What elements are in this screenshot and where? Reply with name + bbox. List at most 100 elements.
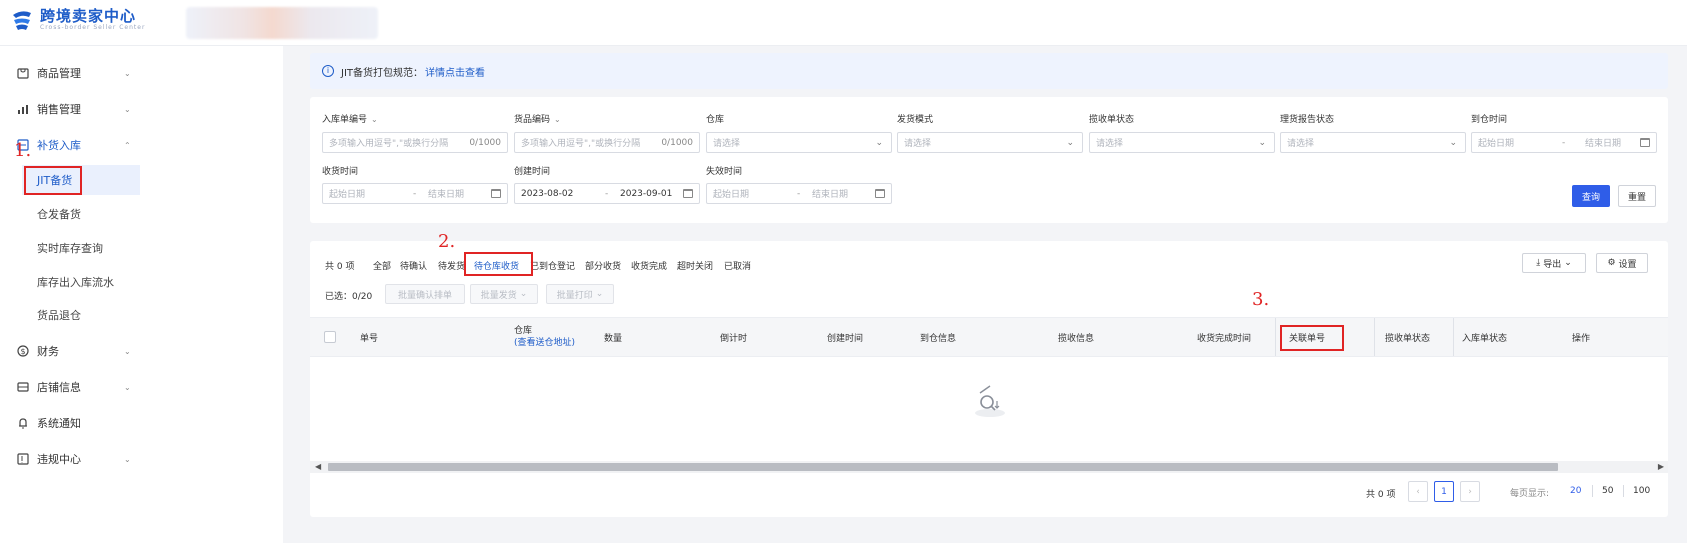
list-panel: 共 0 项 全部 待确认 待发货 待仓库收货 已到仓登记 部分收货 收货完成 超… <box>310 231 1668 517</box>
receipt-status-label: 揽收单状态 <box>1089 115 1135 125</box>
chevron-down-icon: ⌄ <box>124 104 131 114</box>
column-divider <box>1275 318 1276 356</box>
arrival-time-label: 到仓时间 <box>1471 115 1508 125</box>
sidebar-item-sales[interactable]: 销售管理 ⌄ <box>0 94 283 124</box>
annotation-number-3: 3. <box>1252 289 1270 310</box>
ship-mode-select[interactable]: 请选择 ⌄ <box>897 132 1083 153</box>
warehouse-select[interactable]: 请选择 ⌄ <box>706 132 892 153</box>
sidebar-subitem-inventory-query[interactable]: 实时库存查询 <box>22 233 140 263</box>
ship-mode-label: 发货模式 <box>897 115 934 125</box>
chart-icon <box>17 103 29 115</box>
chevron-down-icon: ⌄ <box>124 68 131 78</box>
annotation-number-1: 1. <box>14 140 32 161</box>
scroll-thumb[interactable] <box>328 463 1558 471</box>
sidebar-item-store-info[interactable]: 店铺信息 ⌄ <box>0 372 283 402</box>
horizontal-scrollbar[interactable]: ◀ ▶ <box>310 461 1668 473</box>
calendar-icon <box>875 189 885 198</box>
tab-timeout-closed[interactable]: 超时关闭 <box>677 259 713 272</box>
annotation-number-2: 2. <box>438 231 456 252</box>
received-time-range[interactable]: 起始日期 - 结束日期 <box>322 183 508 204</box>
sidebar-subitem-inventory-flow[interactable]: 库存出入库流水 <box>22 267 140 297</box>
divider <box>1623 485 1624 497</box>
page-size-option-100[interactable]: 100 <box>1633 486 1650 496</box>
column-divider <box>1374 318 1375 356</box>
arrival-time-range[interactable]: 起始日期 - 结束日期 <box>1471 132 1657 153</box>
app-logo[interactable]: 跨境卖家中心 Cross-border Seller Center <box>10 8 145 32</box>
sidebar-item-violations[interactable]: 违规中心 ⌄ <box>0 444 283 474</box>
tab-cancelled[interactable]: 已取消 <box>724 259 751 272</box>
warning-icon <box>17 453 29 465</box>
tab-pending-confirm[interactable]: 待确认 <box>400 259 427 272</box>
tab-received-done[interactable]: 收货完成 <box>631 259 667 272</box>
tab-all[interactable]: 全部 <box>373 259 391 272</box>
settings-button[interactable]: ⚙ 设置 <box>1596 253 1648 273</box>
report-status-select[interactable]: 请选择 ⌄ <box>1280 132 1466 153</box>
query-button[interactable]: 查询 <box>1572 185 1610 207</box>
tab-pending-ship[interactable]: 待发货 <box>438 259 465 272</box>
total-count: 共 0 项 <box>325 262 355 272</box>
calendar-icon <box>1640 138 1650 147</box>
tab-arrived-registered[interactable]: 已到仓登记 <box>530 259 575 272</box>
column-header: 到仓信息 <box>920 333 957 344</box>
sidebar-item-finance[interactable]: $ 财务 ⌄ <box>0 336 283 366</box>
scroll-right-icon[interactable]: ▶ <box>1658 461 1664 473</box>
column-header: 创建时间 <box>827 333 864 344</box>
chevron-down-icon: ⌄ <box>1564 258 1572 268</box>
sidebar-subitem-goods-return[interactable]: 货品退仓 <box>22 300 140 330</box>
sidebar-item-products[interactable]: 商品管理 ⌄ <box>0 58 283 88</box>
per-page-label: 每页显示: <box>1510 489 1550 499</box>
reset-button[interactable]: 重置 <box>1618 185 1656 207</box>
sidebar-item-label: 财务 <box>37 345 59 358</box>
page-number-button[interactable]: 1 <box>1434 481 1454 502</box>
receipt-status-select[interactable]: 请选择 ⌄ <box>1089 132 1275 153</box>
report-status-label: 理货报告状态 <box>1280 115 1335 125</box>
column-header: 入库单状态 <box>1462 333 1508 344</box>
inbound-no-input[interactable]: 多项输入用逗号","或换行分隔 0/1000 <box>322 132 508 153</box>
page-size-option-20[interactable]: 20 <box>1570 486 1581 496</box>
tab-partial-received[interactable]: 部分收货 <box>585 259 621 272</box>
goods-code-label[interactable]: 货品编码 ⌄ <box>514 112 561 125</box>
export-button[interactable]: ⤓ 导出 ⌄ <box>1522 253 1586 273</box>
dollar-icon: $ <box>17 345 29 357</box>
pagination-total: 共 0 项 <box>1366 489 1396 500</box>
page-size-option-50[interactable]: 50 <box>1602 486 1613 496</box>
app-title: 跨境卖家中心 <box>40 7 137 25</box>
sidebar-subitem-label: 货品退仓 <box>37 309 81 322</box>
sidebar-item-replenish[interactable]: 补货入库 ⌃ <box>0 130 283 160</box>
sidebar-item-notifications[interactable]: 系统通知 <box>0 408 283 438</box>
column-header: 揽收信息 <box>1058 333 1095 344</box>
batch-print-button[interactable]: 批量打印 ⌄ <box>546 284 614 304</box>
column-header: 数量 <box>604 333 623 344</box>
created-time-range[interactable]: 2023-08-02 - 2023-09-01 <box>514 183 700 204</box>
next-page-button[interactable]: › <box>1460 481 1480 502</box>
top-bar: 跨境卖家中心 Cross-border Seller Center <box>0 0 1687 46</box>
prev-page-button[interactable]: ‹ <box>1408 481 1428 502</box>
column-header: 操作 <box>1572 333 1591 344</box>
info-icon: i <box>322 65 334 77</box>
sidebar-subitem-warehouse-stock[interactable]: 仓发备货 <box>22 199 140 229</box>
annotation-box-jit <box>24 166 82 195</box>
batch-confirm-button[interactable]: 批量确认排单 <box>385 284 465 304</box>
chevron-down-icon: ⌄ <box>519 289 528 299</box>
warehouse-label: 仓库 <box>706 115 725 125</box>
warehouse-address-link[interactable]: (查看送仓地址) <box>514 337 575 349</box>
empty-state-icon <box>975 385 1005 417</box>
scroll-left-icon[interactable]: ◀ <box>315 461 321 473</box>
received-time-label: 收货时间 <box>322 167 359 177</box>
chevron-down-icon: ⌄ <box>875 137 883 148</box>
store-icon <box>17 381 29 393</box>
inbound-no-label[interactable]: 入库单编号 ⌄ <box>322 112 378 125</box>
batch-ship-button[interactable]: 批量发货 ⌄ <box>470 284 538 304</box>
expire-time-range[interactable]: 起始日期 - 结束日期 <box>706 183 892 204</box>
sidebar-item-label: 系统通知 <box>37 417 81 430</box>
goods-code-input[interactable]: 多项输入用逗号","或换行分隔 0/1000 <box>514 132 700 153</box>
notice-link[interactable]: 详情点击查看 <box>425 68 485 79</box>
select-all-checkbox[interactable] <box>324 331 336 343</box>
filter-panel: 入库单编号 ⌄ 货品编码 ⌄ 仓库 发货模式 揽收单状态 理货报告状态 到仓时间 多… <box>310 97 1668 223</box>
notice-text: JIT备货打包规范： 详情点击查看 <box>341 67 486 79</box>
column-divider <box>1453 318 1454 356</box>
chevron-left-icon: ‹ <box>1416 486 1420 497</box>
sidebar-subitem-label: 库存出入库流水 <box>37 276 114 289</box>
blurred-store-selector[interactable] <box>186 7 378 39</box>
chevron-down-icon: ⌄ <box>124 346 131 356</box>
